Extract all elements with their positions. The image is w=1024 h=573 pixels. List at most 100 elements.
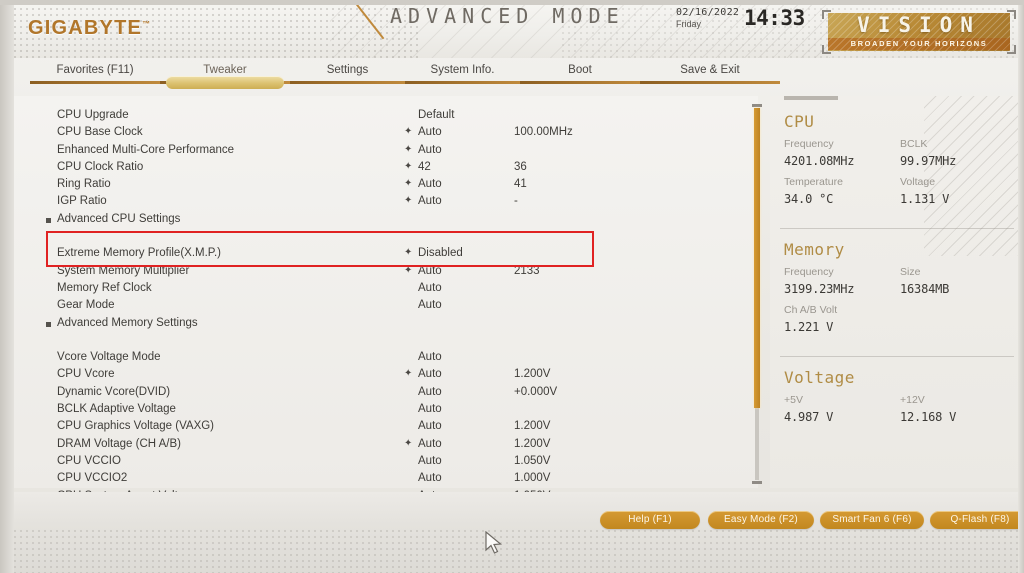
setting-value[interactable]: Disabled bbox=[418, 247, 463, 259]
tab-save-exit[interactable]: Save & Exit bbox=[640, 58, 780, 88]
voltage-5v-value: 4.987 V bbox=[784, 410, 834, 424]
settings-row[interactable]: CPU Vcore ✦ Auto 1.200V bbox=[14, 367, 740, 384]
tab-rail bbox=[520, 81, 640, 84]
favorite-star-icon[interactable]: ✦ bbox=[404, 265, 412, 276]
scrollbar-top-cap bbox=[752, 104, 762, 107]
setting-secondary-value: 1.050V bbox=[514, 454, 551, 467]
button-q-flash-f8[interactable]: Q-Flash (F8) bbox=[930, 511, 1024, 529]
tab-system-info[interactable]: System Info. bbox=[405, 58, 520, 88]
settings-row[interactable]: Vcore Voltage Mode Auto bbox=[14, 350, 740, 367]
setting-secondary-value: - bbox=[514, 195, 518, 208]
setting-value[interactable]: Auto bbox=[418, 472, 442, 484]
setting-value[interactable]: Auto bbox=[418, 265, 442, 277]
setting-value[interactable]: Auto bbox=[418, 368, 442, 380]
info-divider-1 bbox=[780, 228, 1014, 229]
settings-row[interactable]: Enhanced Multi-Core Performance ✦ Auto bbox=[14, 143, 740, 160]
memory-chab-volt-value: 1.221 V bbox=[784, 320, 834, 334]
settings-row[interactable]: CPU VCCIO2 Auto 1.000V bbox=[14, 471, 740, 488]
setting-value[interactable]: Auto bbox=[418, 403, 442, 415]
trademark-symbol: ™ bbox=[142, 19, 152, 29]
favorite-star-icon[interactable]: ✦ bbox=[404, 161, 412, 172]
setting-secondary-value: 1.000V bbox=[514, 472, 551, 485]
tab-boot[interactable]: Boot bbox=[520, 58, 640, 88]
setting-name: CPU VCCIO2 bbox=[57, 472, 128, 485]
settings-row[interactable]: BCLK Adaptive Voltage Auto bbox=[14, 402, 740, 419]
tab-tweaker[interactable]: Tweaker bbox=[160, 58, 290, 89]
settings-row[interactable]: Gear Mode Auto bbox=[14, 298, 740, 315]
setting-name: Dynamic Vcore(DVID) bbox=[57, 385, 171, 398]
setting-name: Advanced CPU Settings bbox=[57, 212, 181, 225]
setting-value[interactable]: Auto bbox=[418, 351, 442, 363]
settings-row[interactable]: DRAM Voltage (CH A/B) ✦ Auto 1.200V bbox=[14, 437, 740, 454]
vision-logo-plate: VISION BROADEN YOUR HORIZONS bbox=[828, 13, 1010, 51]
setting-name: Vcore Voltage Mode bbox=[57, 351, 161, 364]
setting-secondary-value: 2133 bbox=[514, 264, 540, 277]
setting-secondary-value: 100.00MHz bbox=[514, 126, 573, 139]
setting-name: CPU Base Clock bbox=[57, 126, 143, 139]
setting-value[interactable]: Auto bbox=[418, 195, 442, 207]
setting-value[interactable]: 42 bbox=[418, 161, 431, 173]
settings-row[interactable]: System Memory Multiplier ✦ Auto 2133 bbox=[14, 264, 740, 281]
favorite-star-icon[interactable]: ✦ bbox=[404, 247, 412, 258]
tab-favorites-f11[interactable]: Favorites (F11) bbox=[30, 58, 160, 88]
cpu-voltage-value: 1.131 V bbox=[900, 192, 950, 206]
button-help-f1[interactable]: Help (F1) bbox=[600, 511, 700, 529]
settings-row[interactable]: CPU Base Clock ✦ Auto 100.00MHz bbox=[14, 125, 740, 142]
setting-value[interactable]: Auto bbox=[418, 178, 442, 190]
setting-value[interactable]: Auto bbox=[418, 386, 442, 398]
memory-frequency-label: Frequency bbox=[784, 266, 834, 278]
settings-row[interactable]: CPU Upgrade Default bbox=[14, 108, 740, 125]
setting-value[interactable]: Default bbox=[418, 109, 454, 121]
favorite-star-icon[interactable]: ✦ bbox=[404, 368, 412, 379]
setting-secondary-value: 1.200V bbox=[514, 437, 551, 450]
settings-row[interactable]: CPU Graphics Voltage (VAXG) Auto 1.200V bbox=[14, 419, 740, 436]
setting-name: BCLK Adaptive Voltage bbox=[57, 403, 176, 416]
memory-size-label: Size bbox=[900, 266, 921, 278]
favorite-star-icon[interactable]: ✦ bbox=[404, 144, 412, 155]
main-tab-bar: Favorites (F11) Tweaker Settings System Inf… bbox=[0, 58, 1024, 92]
voltage-12v-label: +12V bbox=[900, 394, 925, 406]
settings-row-spacer bbox=[14, 229, 740, 246]
setting-value[interactable]: Auto bbox=[418, 438, 442, 450]
tab-rail bbox=[30, 81, 160, 84]
setting-value[interactable]: Auto bbox=[418, 420, 442, 432]
scrollbar-thumb[interactable] bbox=[754, 108, 760, 408]
setting-value[interactable]: Auto bbox=[418, 455, 442, 467]
memory-chab-volt-label: Ch A/B Volt bbox=[784, 304, 838, 316]
setting-value[interactable]: Auto bbox=[418, 126, 442, 138]
button-smart-fan-6-f6[interactable]: Smart Fan 6 (F6) bbox=[820, 511, 924, 529]
clock-text: 14:33 bbox=[744, 6, 805, 30]
tab-settings[interactable]: Settings bbox=[290, 58, 405, 88]
settings-row[interactable]: CPU VCCIO Auto 1.050V bbox=[14, 454, 740, 471]
button-easy-mode-f2[interactable]: Easy Mode (F2) bbox=[708, 511, 814, 529]
settings-scrollbar[interactable] bbox=[751, 104, 763, 484]
setting-value[interactable]: Auto bbox=[418, 144, 442, 156]
setting-value[interactable]: Auto bbox=[418, 282, 442, 294]
favorite-star-icon[interactable]: ✦ bbox=[404, 195, 412, 206]
tab-label: Boot bbox=[568, 64, 592, 76]
info-panel-top-marker bbox=[784, 96, 838, 100]
favorite-star-icon[interactable]: ✦ bbox=[404, 438, 412, 449]
weekday-text: Friday bbox=[676, 19, 702, 29]
settings-row[interactable]: Advanced Memory Settings bbox=[14, 316, 740, 333]
favorite-star-icon[interactable]: ✦ bbox=[404, 126, 412, 137]
favorite-star-icon[interactable]: ✦ bbox=[404, 178, 412, 189]
info-divider-2 bbox=[780, 356, 1014, 357]
voltage-12v-value: 12.168 V bbox=[900, 410, 957, 424]
settings-row[interactable]: IGP Ratio ✦ Auto - bbox=[14, 194, 740, 211]
setting-secondary-value: 41 bbox=[514, 178, 527, 191]
setting-name: CPU VCCIO bbox=[57, 454, 121, 467]
settings-row[interactable]: Extreme Memory Profile(X.M.P.) ✦ Disabled bbox=[14, 246, 740, 263]
setting-name: IGP Ratio bbox=[57, 195, 107, 208]
info-section-cpu-title: CPU bbox=[784, 112, 815, 131]
settings-row[interactable]: Ring Ratio ✦ Auto 41 bbox=[14, 177, 740, 194]
cpu-bclk-label: BCLK bbox=[900, 138, 928, 150]
settings-row[interactable]: CPU Clock Ratio ✦ 42 36 bbox=[14, 160, 740, 177]
settings-row[interactable]: Advanced CPU Settings bbox=[14, 212, 740, 229]
memory-size-value: 16384MB bbox=[900, 282, 950, 296]
setting-value[interactable]: Auto bbox=[418, 299, 442, 311]
setting-name: CPU Vcore bbox=[57, 368, 115, 381]
tab-label: Save & Exit bbox=[680, 64, 740, 76]
settings-row[interactable]: Memory Ref Clock Auto bbox=[14, 281, 740, 298]
settings-row[interactable]: Dynamic Vcore(DVID) Auto +0.000V bbox=[14, 385, 740, 402]
